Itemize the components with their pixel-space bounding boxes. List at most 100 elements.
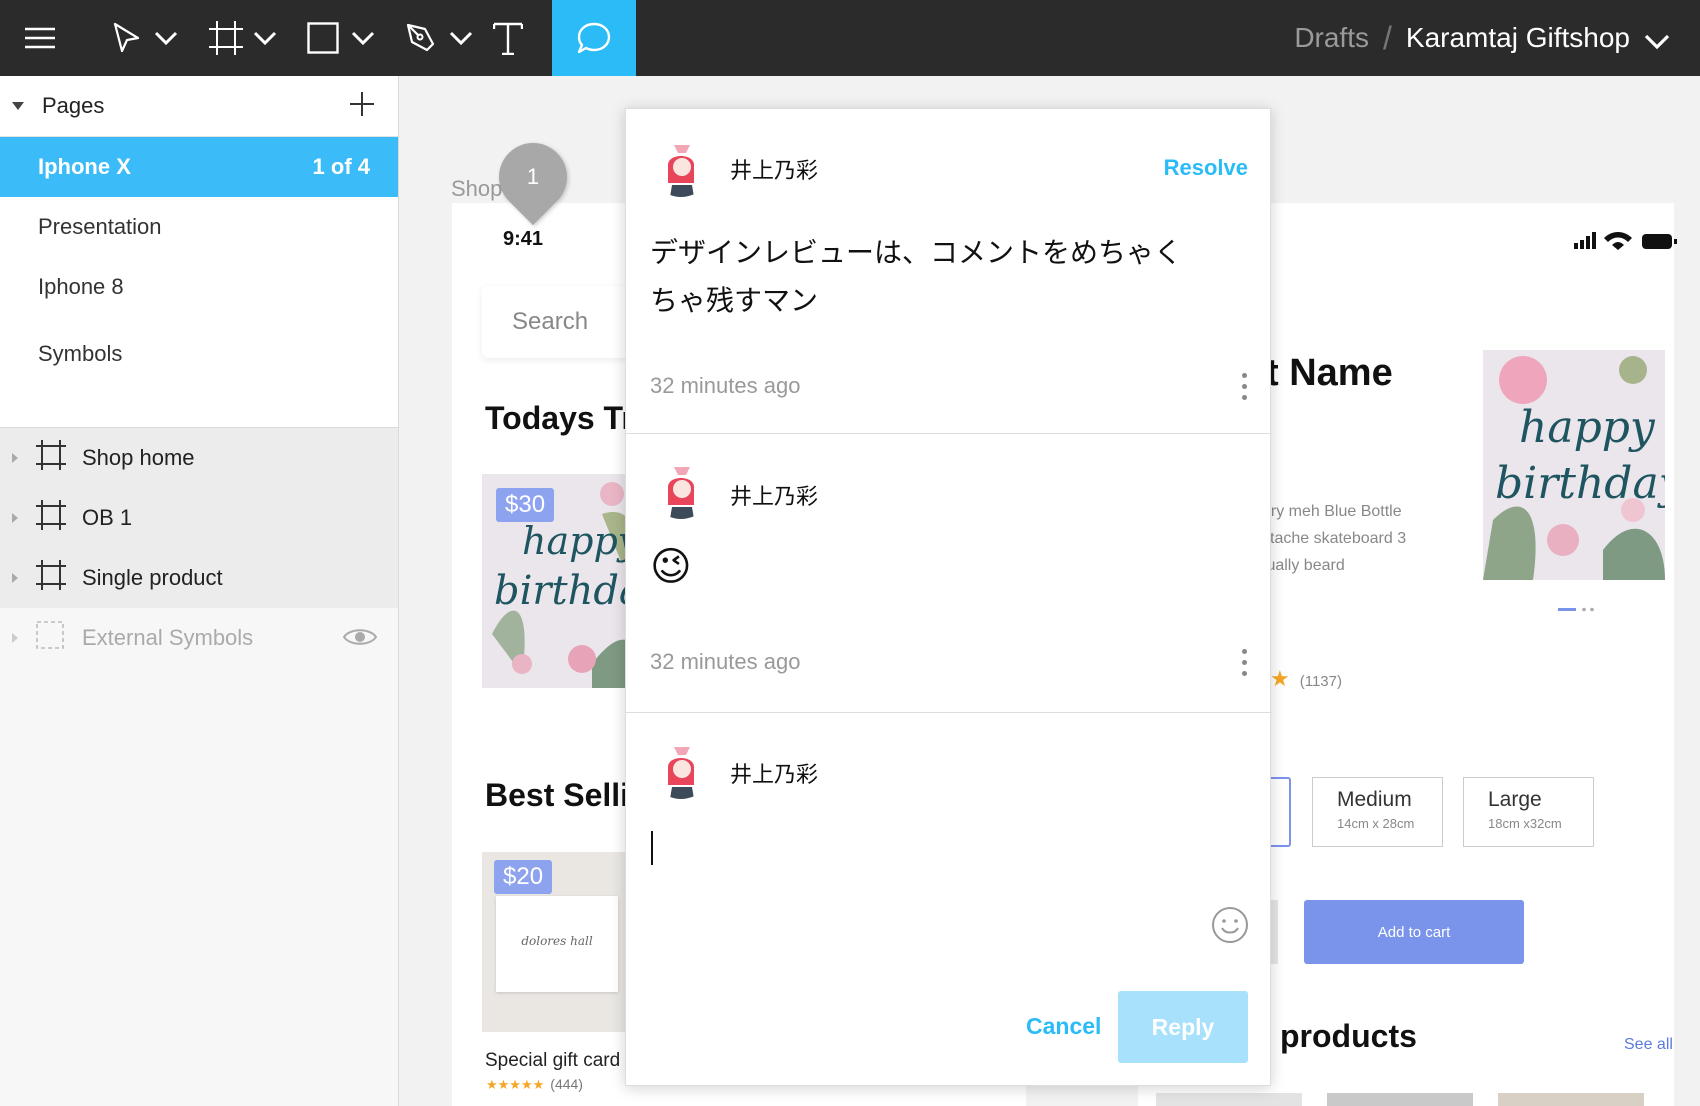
add-to-cart-label: Add to cart: [1377, 923, 1451, 941]
page-item-iphone-8[interactable]: Iphone 8: [0, 257, 398, 317]
menu-icon[interactable]: [0, 0, 80, 76]
page-item-label: Presentation: [38, 214, 162, 239]
avatar: [650, 457, 712, 519]
comment-thread-panel: 井上乃彩 Resolve デザインレビューは、コメントをめちゃく ちゃ残すマン …: [625, 108, 1272, 1086]
eye-icon[interactable]: [342, 626, 378, 654]
expand-caret-icon[interactable]: [12, 513, 18, 523]
more-options-icon[interactable]: [1242, 373, 1248, 406]
product-thumb: [1156, 1093, 1302, 1106]
artboard-label[interactable]: Shop: [451, 176, 502, 202]
avatar: [650, 135, 712, 197]
comment-text: デザインレビューは、コメントをめちゃく ちゃ残すマン: [650, 229, 1210, 325]
mock-add-to-cart-button: Add to cart: [1304, 900, 1524, 964]
product-name: t Name: [1266, 352, 1393, 394]
cancel-button[interactable]: Cancel: [1026, 1013, 1101, 1040]
text-tool-icon: [493, 21, 523, 55]
text-cursor: [651, 831, 653, 865]
chevron-down-icon[interactable]: [351, 31, 375, 45]
collapse-triangle-icon[interactable]: [12, 102, 24, 110]
layer-shop-home[interactable]: Shop home: [0, 428, 398, 488]
layers-list: Shop home OB 1 Single product External S…: [0, 428, 398, 668]
artboard-tool-button[interactable]: [198, 0, 288, 76]
artboard-tool-icon: [209, 21, 243, 55]
desc-line: ary meh Blue Bottle: [1262, 503, 1402, 520]
comment-tool-button[interactable]: [552, 0, 636, 76]
comment-author: 井上乃彩: [730, 484, 819, 509]
pages-list: Iphone X 1 of 4 Presentation Iphone 8 Sy…: [0, 137, 398, 428]
comment-pin-number[interactable]: 1: [499, 164, 567, 190]
products-heading: products: [1280, 1018, 1417, 1054]
birthday-card-art: happy birthday: [1483, 350, 1665, 580]
comment-time: 32 minutes ago: [650, 649, 801, 674]
layer-external-symbols[interactable]: External Symbols: [0, 608, 398, 668]
carousel-dots[interactable]: [1558, 600, 1598, 618]
add-page-icon[interactable]: [348, 90, 376, 123]
price-badge: $30: [496, 488, 555, 522]
chevron-down-icon[interactable]: [449, 31, 473, 45]
comment-author: 井上乃彩: [730, 762, 819, 787]
desc-line: stache skateboard 3: [1262, 530, 1407, 547]
emoji-picker-icon[interactable]: [1211, 906, 1249, 949]
expand-caret-icon[interactable]: [12, 573, 18, 583]
product-rating: ★ (1137): [1270, 666, 1342, 692]
gift-card-image: dolores hall $20: [482, 852, 632, 1032]
layer-ob-1[interactable]: OB 1: [0, 488, 398, 548]
avatar: [650, 737, 712, 799]
pen-tool-icon: [405, 22, 437, 54]
breadcrumb-project[interactable]: Karamtaj Giftshop: [1406, 22, 1630, 54]
breadcrumb-separator: /: [1383, 19, 1392, 56]
special-gift-card-label: Special gift card: [485, 1050, 621, 1071]
see-all-link: See all: [1624, 1036, 1673, 1053]
rating-count: (444): [550, 1076, 583, 1092]
chevron-down-icon[interactable]: [154, 31, 178, 45]
expand-caret-icon[interactable]: [12, 633, 18, 643]
layer-single-product[interactable]: Single product: [0, 548, 398, 608]
svg-text:happy: happy: [1519, 402, 1656, 453]
star-icon: ★: [1270, 666, 1290, 691]
breadcrumb-drafts[interactable]: Drafts: [1294, 22, 1369, 54]
comment-1: 井上乃彩 Resolve デザインレビューは、コメントをめちゃく ちゃ残すマン …: [626, 109, 1272, 434]
external-symbols-icon: [36, 621, 64, 655]
pen-tool-button[interactable]: [394, 0, 484, 76]
rectangle-tool-button[interactable]: [296, 0, 386, 76]
resolve-button[interactable]: Resolve: [1164, 155, 1248, 181]
svg-text:birthday: birthday: [1495, 458, 1665, 509]
reply-input[interactable]: [646, 817, 1246, 897]
mock-search-placeholder: Search: [512, 308, 589, 335]
select-tool-button[interactable]: [100, 0, 190, 76]
more-options-icon[interactable]: [1242, 649, 1248, 682]
text-tool-button[interactable]: [490, 0, 526, 76]
top-toolbar: Drafts / Karamtaj Giftshop: [0, 0, 1700, 76]
page-item-presentation[interactable]: Presentation: [0, 197, 398, 257]
comment-tool-icon: [576, 21, 612, 55]
sidebar: Pages Iphone X 1 of 4 Presentation Iphon…: [0, 76, 399, 1106]
star-rating: ★★★★★ (444): [486, 1076, 583, 1092]
product-image: happy birthday: [1483, 350, 1665, 580]
pages-header[interactable]: Pages: [0, 76, 398, 137]
chevron-down-icon[interactable]: [253, 31, 277, 45]
comment-author: 井上乃彩: [730, 158, 819, 183]
expand-caret-icon[interactable]: [12, 453, 18, 463]
status-icons: [1574, 230, 1678, 257]
page-item-label: Symbols: [38, 341, 123, 366]
product-thumb: [1327, 1093, 1473, 1106]
chevron-down-icon[interactable]: [1644, 25, 1670, 57]
size-dims: 18cm x32cm: [1488, 816, 1562, 831]
svg-text:happy: happy: [522, 519, 640, 563]
layer-label: Shop home: [82, 445, 195, 470]
status-time: 9:41: [503, 228, 544, 250]
reply-button[interactable]: Reply: [1118, 991, 1248, 1063]
price-badge: $20: [494, 860, 553, 894]
artboard-icon: [36, 440, 66, 476]
rectangle-tool-icon: [307, 22, 339, 54]
size-option-medium: Medium 14cm x 28cm: [1312, 777, 1443, 847]
size-name: Medium: [1337, 788, 1412, 811]
page-item-iphone-x[interactable]: Iphone X 1 of 4: [0, 137, 398, 197]
rating-count: (1137): [1299, 673, 1342, 690]
pages-label: Pages: [42, 93, 105, 118]
page-item-symbols[interactable]: Symbols: [0, 317, 398, 367]
page-count: 1 of 4: [312, 154, 370, 179]
page-item-label: Iphone X: [38, 154, 131, 179]
best-selling-heading: Best Sellir: [485, 777, 642, 813]
layer-label: Single product: [82, 565, 223, 590]
